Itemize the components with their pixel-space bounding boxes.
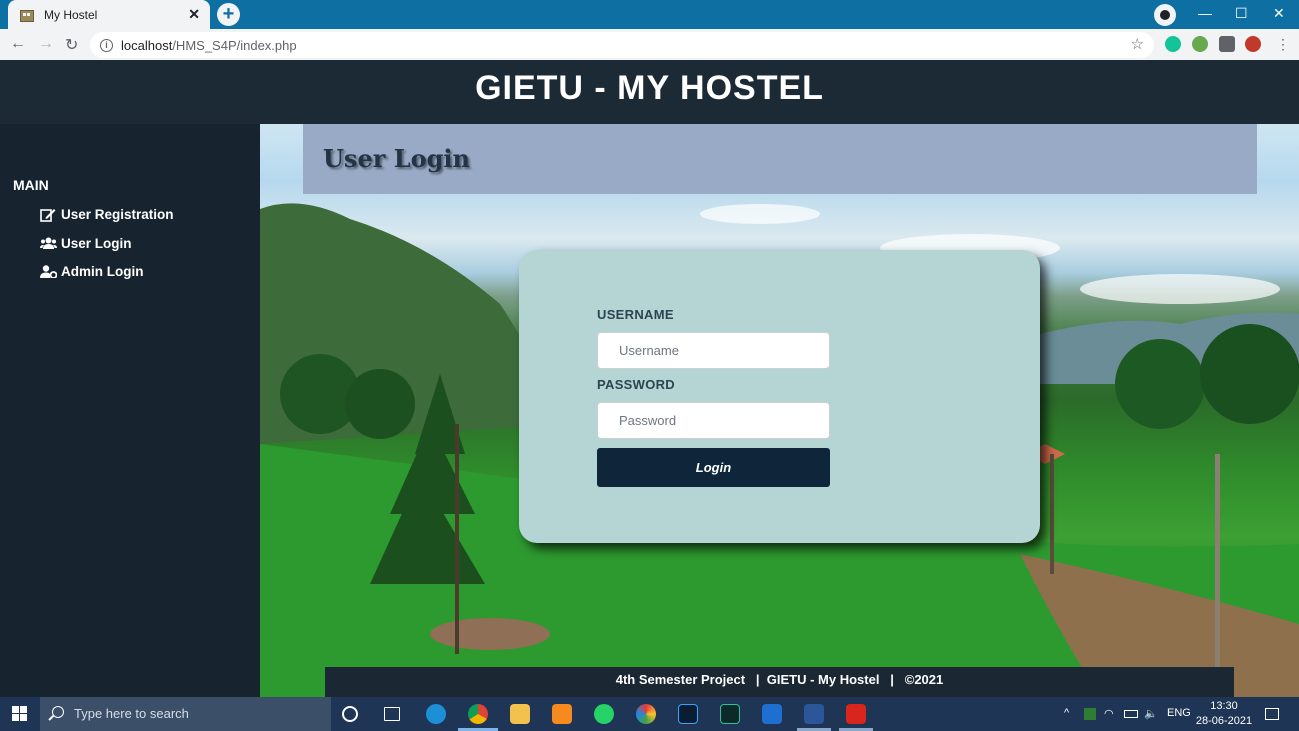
- reload-icon[interactable]: ↻: [65, 35, 78, 55]
- system-clock[interactable]: 13:30 28-06-2021: [1194, 699, 1254, 729]
- url-host: localhost: [121, 37, 173, 53]
- sublime-text-icon[interactable]: [552, 704, 572, 724]
- whatsapp-icon[interactable]: [594, 704, 614, 724]
- photos-app-icon[interactable]: [636, 704, 656, 724]
- minimize-icon[interactable]: —: [1198, 5, 1212, 21]
- sidebar-item-user-login[interactable]: User Login: [40, 236, 132, 251]
- extension-icon[interactable]: [1192, 36, 1208, 52]
- maximize-icon[interactable]: ☐: [1235, 5, 1248, 22]
- forward-icon[interactable]: →: [38, 35, 54, 53]
- site-title: GIETU - MY HOSTEL: [475, 69, 824, 107]
- sidebar-item-admin-login[interactable]: Admin Login: [40, 264, 143, 279]
- address-bar[interactable]: i localhost/HMS_S4P/index.php ☆: [90, 32, 1154, 58]
- photoshop-icon[interactable]: [678, 704, 698, 724]
- browser-toolbar: ← → ↻ i localhost/HMS_S4P/index.php ☆ ⋮: [0, 29, 1299, 60]
- users-icon: [40, 237, 57, 250]
- bookmark-star-icon[interactable]: ☆: [1131, 35, 1144, 53]
- grammarly-extension-icon[interactable]: [1165, 36, 1181, 52]
- new-tab-button[interactable]: +: [217, 3, 240, 26]
- page-title-banner: User Login: [303, 124, 1257, 194]
- cortana-icon[interactable]: [342, 706, 358, 722]
- avatar[interactable]: [1245, 36, 1261, 52]
- acrobat-reader-icon[interactable]: [846, 704, 866, 724]
- sidebar: MAIN User Registration User Login Admin …: [0, 124, 260, 697]
- url-path: /HMS_S4P/index.php: [172, 37, 297, 53]
- clock-time: 13:30: [1210, 700, 1238, 712]
- tray-app-icon[interactable]: [1084, 708, 1096, 720]
- chrome-browser-icon[interactable]: [468, 704, 488, 724]
- site-header: GIETU - MY HOSTEL: [0, 60, 1299, 124]
- search-icon: [52, 706, 64, 718]
- password-input[interactable]: [597, 402, 830, 439]
- page-title: User Login: [323, 144, 470, 173]
- password-label: PASSWORD: [597, 377, 675, 392]
- chevron-up-icon[interactable]: ^: [1064, 707, 1069, 719]
- user-cog-icon: [40, 265, 58, 279]
- footer-text: 4th Semester Project | GIETU - My Hostel…: [615, 672, 944, 687]
- close-window-icon[interactable]: ✕: [1273, 5, 1285, 22]
- sidebar-item-label: Admin Login: [61, 264, 144, 279]
- page-footer: 4th Semester Project | GIETU - My Hostel…: [325, 667, 1234, 697]
- profile-icon[interactable]: [1154, 4, 1176, 26]
- language-indicator[interactable]: ENG: [1167, 707, 1191, 719]
- sidebar-section-label: MAIN: [13, 177, 49, 193]
- menu-kebab-icon[interactable]: ⋮: [1276, 36, 1290, 53]
- search-placeholder: Type here to search: [74, 706, 189, 721]
- sidebar-item-user-registration[interactable]: User Registration: [40, 207, 174, 222]
- edit-icon: [40, 208, 56, 222]
- volume-icon[interactable]: 🔈: [1144, 707, 1158, 720]
- clock-date: 28-06-2021: [1195, 715, 1253, 727]
- edge-browser-icon[interactable]: [426, 704, 446, 724]
- task-view-icon[interactable]: [384, 707, 400, 721]
- windows-taskbar: Type here to search ^ ◠ 🔈 ENG 13:30 28-0…: [0, 697, 1299, 731]
- username-input[interactable]: [597, 332, 830, 369]
- hostel-favicon-icon: [18, 8, 34, 22]
- close-tab-icon[interactable]: ✕: [188, 6, 200, 23]
- back-icon[interactable]: ←: [10, 35, 26, 53]
- word-icon[interactable]: [804, 704, 824, 724]
- app-icon[interactable]: [720, 704, 740, 724]
- tab-title: My Hostel: [44, 7, 98, 22]
- sidebar-item-label: User Registration: [61, 207, 174, 222]
- login-button[interactable]: Login: [597, 448, 830, 487]
- url-text: localhost/HMS_S4P/index.php: [121, 38, 297, 53]
- windows-start-icon[interactable]: [12, 706, 28, 722]
- taskbar-search-box[interactable]: Type here to search: [40, 697, 331, 731]
- username-label: USERNAME: [597, 307, 674, 322]
- wifi-icon[interactable]: ◠: [1104, 707, 1114, 720]
- sidebar-item-label: User Login: [61, 236, 132, 251]
- app-icon[interactable]: [762, 704, 782, 724]
- browser-tab-strip: My Hostel ✕ + — ☐ ✕: [0, 0, 1299, 29]
- file-explorer-icon[interactable]: [510, 704, 530, 724]
- notification-icon[interactable]: [1265, 708, 1279, 720]
- site-info-icon[interactable]: i: [100, 38, 113, 52]
- battery-icon[interactable]: [1124, 710, 1138, 718]
- login-card: USERNAME PASSWORD Login: [519, 250, 1040, 543]
- extensions-puzzle-icon[interactable]: [1219, 36, 1235, 52]
- browser-tab[interactable]: My Hostel ✕: [8, 0, 210, 29]
